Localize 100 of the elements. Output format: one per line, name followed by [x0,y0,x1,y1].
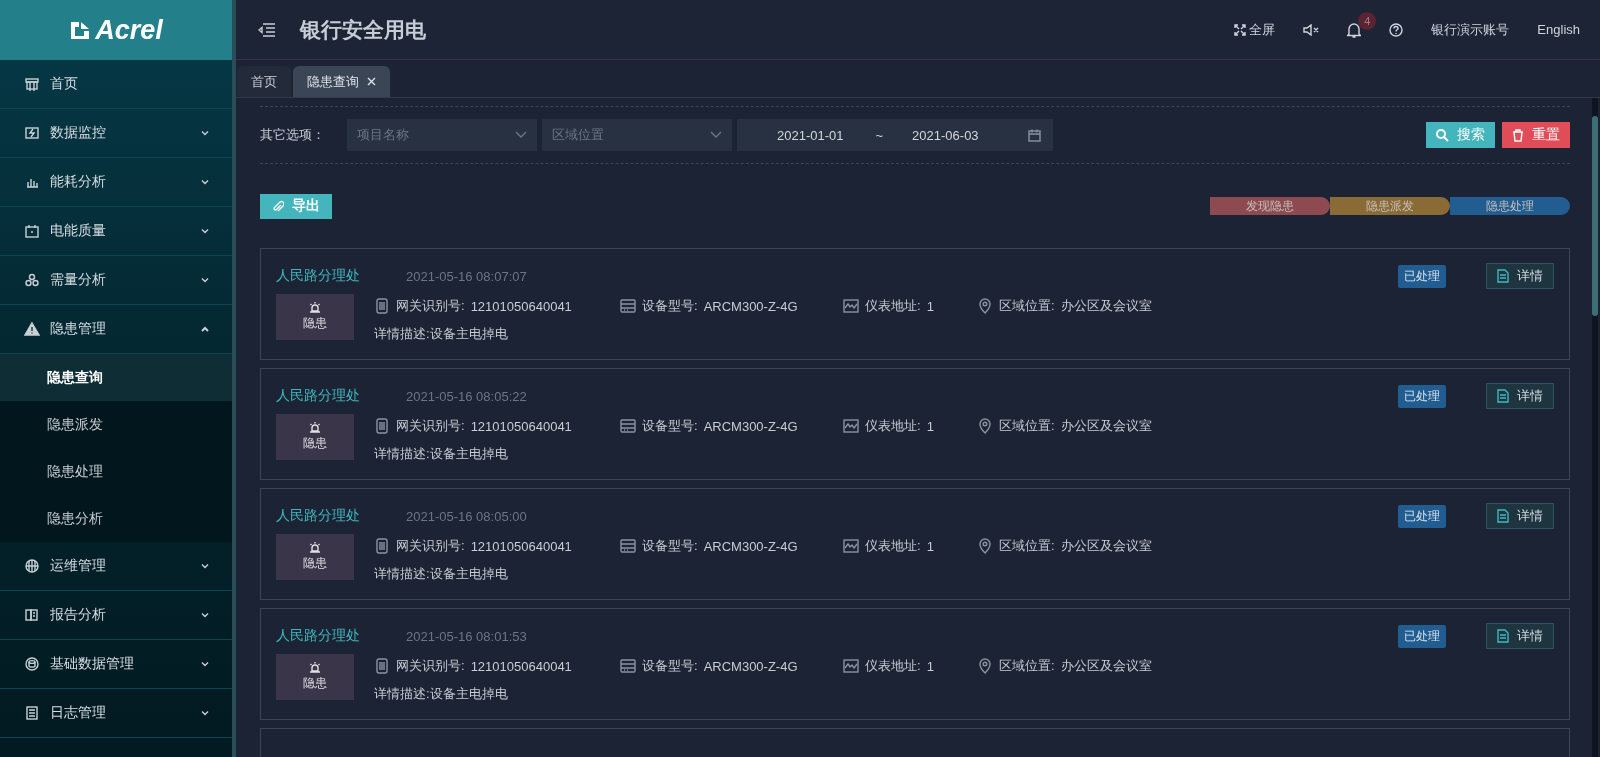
speaker-muted-icon[interactable] [1303,23,1320,36]
area-location-label: 区域位置: [999,417,1055,435]
alarm-light-icon [309,302,321,313]
meter-address-value: 1 [926,418,934,434]
chip-icon [374,538,390,554]
status-badge: 已处理 [1398,504,1446,528]
menu-item-icon [24,607,40,623]
device-model-label: 设备型号: [642,657,698,675]
location-pin-icon [977,298,993,314]
menu-fold-icon[interactable] [258,21,276,38]
chip-icon [374,658,390,674]
search-icon [1436,128,1449,142]
logo-mark-icon [69,19,92,41]
detail-button[interactable]: 详情 [1486,623,1554,649]
logo-text: Acrel [95,14,163,46]
device-icon [620,418,636,434]
location-pin-icon [977,418,993,434]
menu-item-icon [24,125,40,141]
fullscreen-button[interactable]: 全屏 [1234,20,1276,39]
hazard-tag: 隐患 [276,414,354,460]
chart-icon [843,658,859,674]
sidebar-subitem[interactable]: 隐患派发 [0,401,232,448]
chevron-down-icon [515,131,527,139]
area-location-value: 办公区及会议室 [1060,657,1152,675]
device-icon [620,538,636,554]
chevron-down-icon [710,131,722,139]
tab[interactable]: 隐患查询 [293,66,390,97]
scrollbar[interactable] [1592,98,1598,757]
area-location-value: 办公区及会议室 [1060,417,1152,435]
sidebar-item[interactable]: 日志管理 [0,689,232,738]
detail-button[interactable]: 详情 [1486,263,1554,289]
alarm-light-icon [309,542,321,553]
document-icon [1497,509,1509,523]
gateway-id-label: 网关识别号: [396,297,465,315]
chart-icon [843,298,859,314]
record-time: 2021-05-16 08:05:22 [406,388,528,404]
hazard-tag: 隐患 [276,294,354,340]
paperclip-icon [272,199,284,213]
device-model-value: ARCM300-Z-4G [703,658,798,674]
device-model-value: ARCM300-Z-4G [703,298,798,314]
sidebar-item[interactable]: 运维管理 [0,542,232,591]
sidebar-subitem[interactable]: 隐患查询 [0,354,232,401]
meter-address-label: 仪表地址: [865,537,921,555]
menu-item-icon [24,76,40,92]
status-badge: 已处理 [1398,624,1446,648]
meter-address-label: 仪表地址: [865,297,921,315]
device-model-label: 设备型号: [642,297,698,315]
close-icon[interactable] [367,77,376,86]
description: 详情描述:设备主电掉电 [374,445,509,463]
reset-button[interactable]: 重置 [1502,122,1570,148]
chip-icon [374,418,390,434]
status-badge: 已处理 [1398,264,1446,288]
meter-address-value: 1 [926,298,934,314]
gateway-id-value: 12101050640041 [470,298,572,314]
device-icon [620,298,636,314]
menu-item-icon [24,272,40,288]
gateway-id-label: 网关识别号: [396,417,465,435]
account-name[interactable]: 银行演示账号 [1431,20,1510,39]
branch-name: 人民路分理处 [276,627,361,645]
sidebar-item[interactable]: 报告分析 [0,591,232,640]
detail-button[interactable]: 详情 [1486,503,1554,529]
location-pin-icon [977,538,993,554]
detail-button[interactable]: 详情 [1486,383,1554,409]
help-icon[interactable] [1389,22,1404,37]
record-time: 2021-05-16 08:07:07 [406,268,528,284]
bell-icon[interactable] [1347,21,1362,38]
calendar-icon [1028,128,1041,142]
language-button[interactable]: English [1537,22,1580,37]
meter-address-value: 1 [926,538,934,554]
notification-badge: 4 [1358,11,1377,30]
description: 详情描述:设备主电掉电 [374,565,509,583]
sidebar-item[interactable]: 需量分析 [0,256,232,305]
description: 详情描述:设备主电掉电 [374,325,509,343]
menu-item-icon [24,223,40,239]
sidebar-item[interactable]: 能耗分析 [0,158,232,207]
menu-item-icon [24,558,40,574]
tab[interactable]: 首页 [237,66,291,97]
sidebar-subitem[interactable]: 隐患处理 [0,448,232,495]
gateway-id-value: 12101050640041 [470,658,572,674]
area-location-label: 区域位置: [999,537,1055,555]
sidebar-subitem[interactable]: 隐患分析 [0,495,232,542]
device-model-value: ARCM300-Z-4G [703,538,798,554]
date-range-field[interactable]: 2021-01-01 ~ 2021-06-03 [737,119,1053,151]
gateway-id-value: 12101050640041 [470,538,572,554]
branch-name: 人民路分理处 [276,507,361,525]
gateway-id-label: 网关识别号: [396,537,465,555]
hazard-tag: 隐患 [276,654,354,700]
sidebar-item[interactable]: 首页 [0,60,232,109]
branch-name: 人民路分理处 [276,387,361,405]
record-time: 2021-05-16 08:05:00 [406,508,528,524]
meter-address-value: 1 [926,658,934,674]
app-title: 银行安全用电 [300,16,427,43]
status-badge: 已处理 [1398,384,1446,408]
sidebar-item[interactable]: 数据监控 [0,109,232,158]
device-model-label: 设备型号: [642,417,698,435]
area-location-value: 办公区及会议室 [1060,297,1152,315]
sidebar-item[interactable]: 基础数据管理 [0,640,232,689]
hazard-tag: 隐患 [276,534,354,580]
alarm-light-icon [309,422,321,433]
sidebar-item[interactable]: 电能质量 [0,207,232,256]
